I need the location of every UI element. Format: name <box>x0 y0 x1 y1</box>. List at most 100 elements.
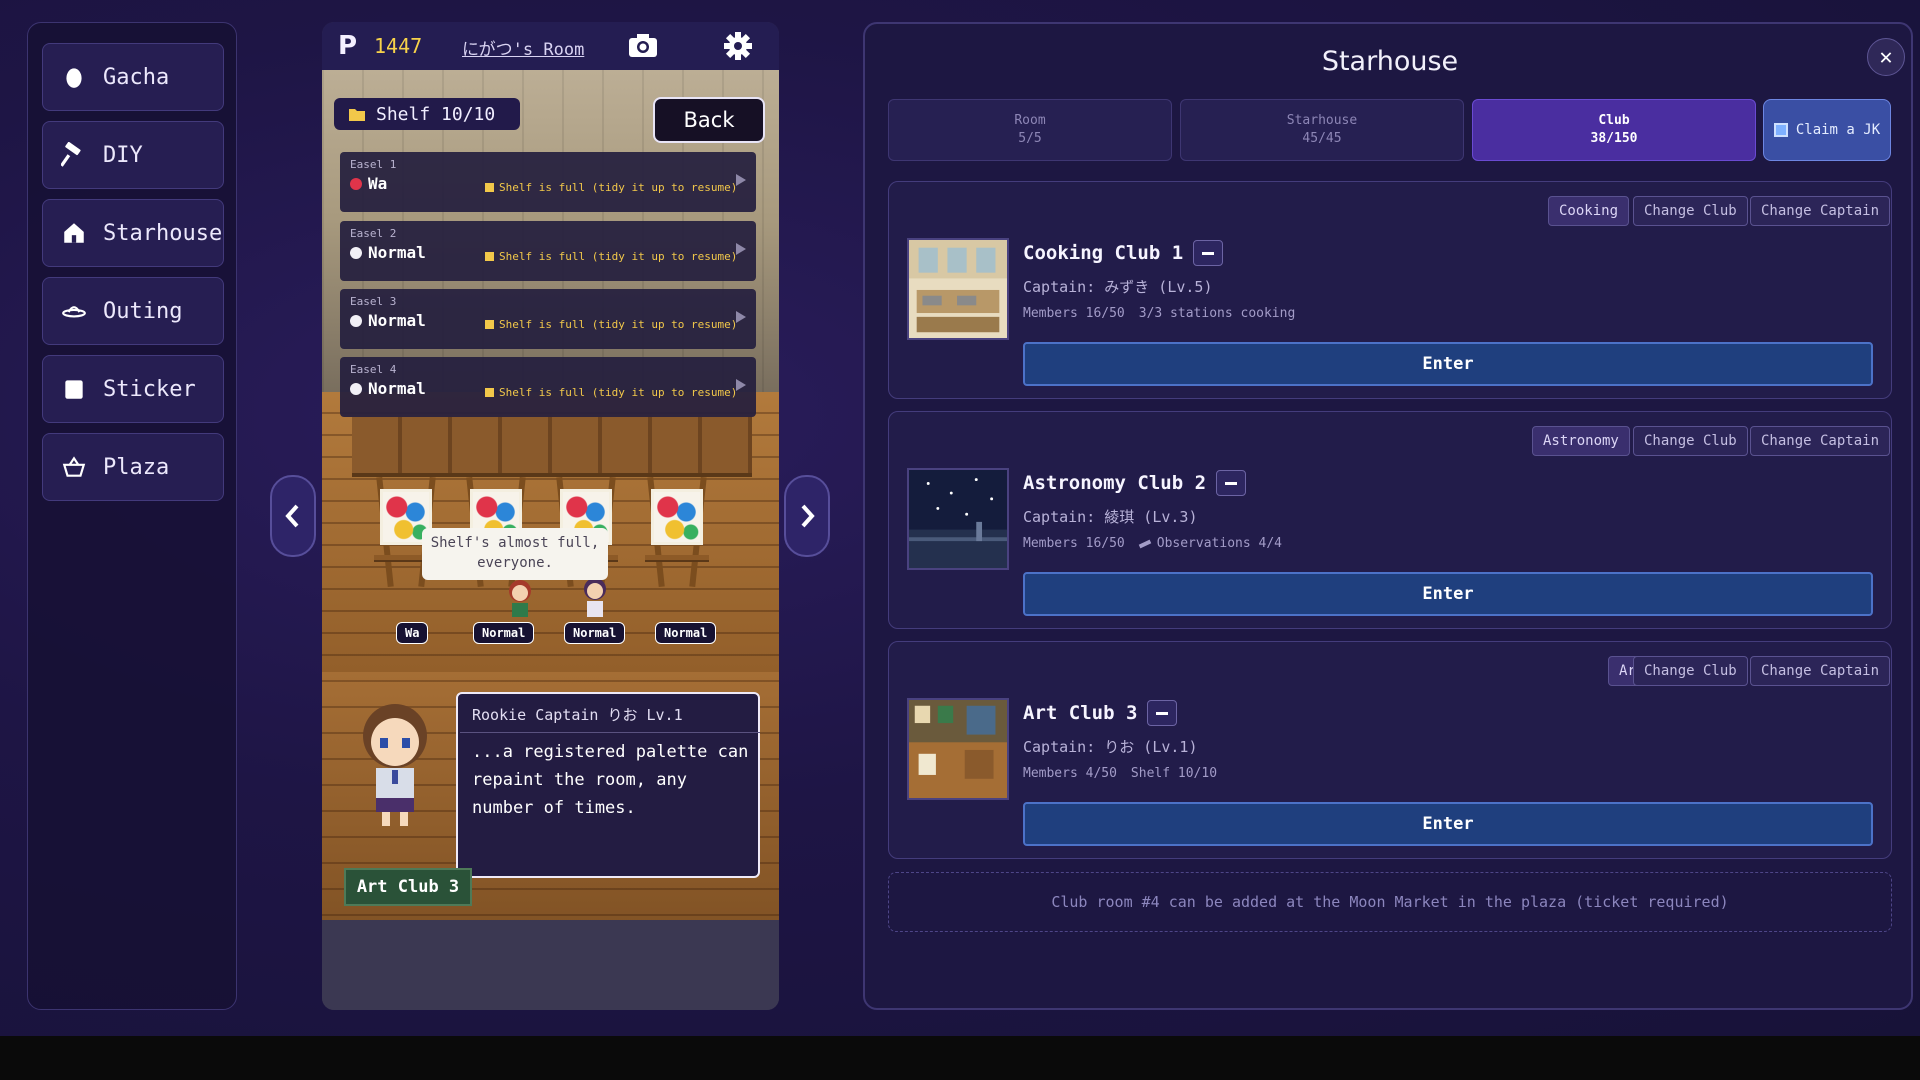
nav-starhouse-button[interactable]: Starhouse <box>42 199 224 267</box>
camera-icon[interactable] <box>628 32 658 62</box>
speech-bubble: Shelf's almost full, everyone. <box>422 528 608 580</box>
easel-status: Normal <box>350 243 426 262</box>
student-character <box>584 578 606 617</box>
room-name-link[interactable]: にがつ's Room <box>462 35 584 60</box>
change-captain-button[interactable]: Change Captain <box>1750 426 1891 456</box>
minus-icon <box>1202 251 1215 255</box>
club-thumbnail <box>907 468 1009 570</box>
easel-label: Easel 1 <box>350 158 397 171</box>
warning-icon <box>485 388 494 397</box>
nav-diy-button[interactable]: DIY <box>42 121 224 189</box>
rename-button[interactable] <box>1193 240 1224 266</box>
nav-outing-button[interactable]: Outing <box>42 277 224 345</box>
club-name: Astronomy Club 2 <box>1023 470 1247 496</box>
category-chip[interactable]: Cooking <box>1548 196 1630 226</box>
back-button[interactable]: Back <box>653 97 765 143</box>
captain-character <box>363 704 427 826</box>
nav-item-label: Starhouse <box>103 220 223 246</box>
tab-label: Room <box>1014 113 1046 128</box>
claim-label: Claim a JK <box>1795 122 1881 138</box>
close-icon: ✕ <box>1879 44 1893 70</box>
rename-button[interactable] <box>1147 700 1178 726</box>
status-dot <box>350 177 362 190</box>
tab-count: 5/5 <box>1018 131 1042 146</box>
easel-tag-3: Normal <box>564 622 626 644</box>
status-dot <box>350 246 362 259</box>
close-button[interactable]: ✕ <box>1867 38 1905 76</box>
easel-tag-1: Wa <box>396 622 429 644</box>
nav-item-label: Gacha <box>103 64 170 90</box>
warning-icon <box>485 320 494 329</box>
egg-icon <box>66 68 82 88</box>
easel-row-1[interactable]: Easel 1 Wa Shelf is full (tidy it up to … <box>340 152 756 212</box>
club-name: Cooking Club 1 <box>1023 240 1224 266</box>
change-club-button[interactable]: Change Club <box>1633 426 1748 456</box>
club-card-astronomy: Astronomy Change Club Change Captain Ast… <box>888 411 1892 629</box>
points-icon: P <box>338 31 358 61</box>
shelf-label: Shelf 10/10 <box>376 103 496 125</box>
play-icon <box>736 243 746 255</box>
club-stats: Members 16/50 3/3 stations cooking <box>1023 306 1296 321</box>
tab-starhouse[interactable]: Starhouse 45/45 <box>1180 99 1464 161</box>
club-captain: Captain: りお (Lv.1) <box>1023 738 1198 756</box>
easel-painting-4[interactable] <box>645 467 709 597</box>
shelf-button[interactable]: Shelf 10/10 <box>334 98 520 130</box>
prev-room-button[interactable] <box>270 475 316 557</box>
change-captain-button[interactable]: Change Captain <box>1750 656 1891 686</box>
nav-gacha-button[interactable]: Gacha <box>42 43 224 111</box>
tab-count: 45/45 <box>1302 131 1342 146</box>
easel-label: Easel 4 <box>350 363 397 376</box>
game-screen: Gacha DIY Starhouse Outing Sticker Plaza <box>0 0 1920 1036</box>
tab-label: Club <box>1598 113 1630 128</box>
next-room-button[interactable] <box>784 475 830 557</box>
nav-item-label: Sticker <box>103 376 196 402</box>
easel-row-4[interactable]: Easel 4 Normal Shelf is full (tidy it up… <box>340 357 756 417</box>
minus-icon <box>1225 481 1238 485</box>
dialog-text: ...a registered palette can repaint the … <box>472 742 749 818</box>
points-counter: 1447 <box>374 34 423 58</box>
play-icon <box>736 174 746 186</box>
category-chip[interactable]: Astronomy <box>1532 426 1630 456</box>
status-dot <box>350 314 362 327</box>
claim-jk-button[interactable]: Claim a JK <box>1763 99 1891 161</box>
house-icon <box>64 223 84 243</box>
easel-message: Shelf is full (tidy it up to resume) <box>485 181 737 194</box>
easel-message: Shelf is full (tidy it up to resume) <box>485 250 737 263</box>
change-captain-button[interactable]: Change Captain <box>1750 196 1891 226</box>
change-club-button[interactable]: Change Club <box>1633 656 1748 686</box>
hammer-icon <box>61 142 81 167</box>
gear-icon[interactable] <box>722 30 754 66</box>
club-card-art: Art Change Club Change Captain Art Club … <box>888 641 1892 859</box>
painting <box>651 489 703 545</box>
club-stats: Members 16/50 Observations 4/4 <box>1023 536 1282 551</box>
basket-icon <box>62 456 86 477</box>
easel-label: Easel 2 <box>350 227 397 240</box>
warning-icon <box>485 183 494 192</box>
nav-plaza-button[interactable]: Plaza <box>42 433 224 501</box>
tab-club[interactable]: Club 38/150 <box>1472 99 1756 161</box>
tab-label: Starhouse <box>1286 113 1358 128</box>
easel-status: Wa <box>350 174 387 193</box>
folder-icon <box>349 109 365 121</box>
enter-button[interactable]: Enter <box>1023 802 1873 846</box>
starhouse-panel: Starhouse ✕ Room 5/5 Starhouse 45/45 Clu… <box>863 22 1913 1010</box>
nav-item-label: DIY <box>103 142 143 168</box>
nav-sticker-button[interactable]: Sticker <box>42 355 224 423</box>
rename-button[interactable] <box>1216 470 1247 496</box>
room-label: Art Club 3 <box>344 868 472 906</box>
change-club-button[interactable]: Change Club <box>1633 196 1748 226</box>
enter-button[interactable]: Enter <box>1023 342 1873 386</box>
easel-row-3[interactable]: Easel 3 Normal Shelf is full (tidy it up… <box>340 289 756 349</box>
easel-message: Shelf is full (tidy it up to resume) <box>485 386 737 399</box>
top-hud: P 1447 にがつ's Room <box>322 22 779 70</box>
club-stats: Members 4/50 Shelf 10/10 <box>1023 766 1218 781</box>
tab-count: 38/150 <box>1590 131 1638 146</box>
dialog-box[interactable]: Rookie Captain りお Lv.1 ...a registered p… <box>456 692 760 878</box>
tab-room[interactable]: Room 5/5 <box>888 99 1172 161</box>
panel-title: Starhouse <box>1321 46 1459 77</box>
easel-tag-4: Normal <box>655 622 717 644</box>
play-icon <box>736 311 746 323</box>
ticket-icon <box>1773 123 1788 137</box>
enter-button[interactable]: Enter <box>1023 572 1873 616</box>
easel-row-2[interactable]: Easel 2 Normal Shelf is full (tidy it up… <box>340 221 756 281</box>
